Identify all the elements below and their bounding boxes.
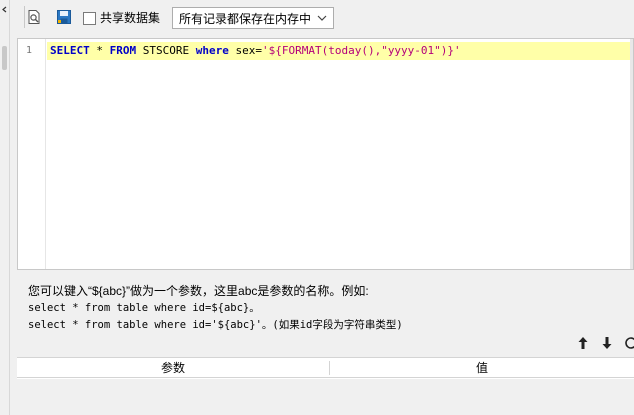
move-param-up-button[interactable] bbox=[576, 336, 590, 350]
record-mode-value: 所有记录都保存在内存中 bbox=[179, 11, 312, 26]
sql-editor[interactable]: 1 SELECT * FROM STSCORE where sex='${FOR… bbox=[17, 38, 634, 270]
record-mode-select[interactable]: 所有记录都保存在内存中 bbox=[172, 7, 334, 29]
sql-dataset-editor: 共享数据集 所有记录都保存在内存中 1 SELECT * FROM STSCOR… bbox=[0, 0, 634, 415]
sql-token-kw: where bbox=[195, 44, 229, 57]
sql-token-id: STSCORE bbox=[136, 44, 196, 57]
save-button[interactable] bbox=[55, 8, 73, 26]
sql-token-kw: SELECT bbox=[50, 44, 90, 57]
chevron-down-icon bbox=[317, 15, 327, 21]
save-icon bbox=[57, 10, 71, 24]
preview-button[interactable] bbox=[25, 8, 43, 26]
share-dataset-checkbox[interactable] bbox=[83, 11, 96, 25]
share-dataset-toggle[interactable]: 共享数据集 bbox=[83, 10, 160, 26]
parameters-table: 参数 值 bbox=[17, 357, 634, 415]
help-line-intro: 您可以键入“${abc}”做为一个参数，这里abc是参数的名称。例如: bbox=[28, 284, 369, 298]
down-arrow-icon bbox=[602, 337, 612, 349]
line-number-gutter: 1 bbox=[18, 39, 46, 269]
help-line-example-2: select * from table where id='${abc}'。(如… bbox=[28, 319, 403, 331]
preview-icon bbox=[28, 10, 40, 24]
parameters-table-header: 参数 值 bbox=[17, 358, 634, 378]
sql-token-id: sex= bbox=[228, 44, 262, 57]
left-scroll-thumb[interactable] bbox=[2, 46, 7, 70]
column-header-param[interactable]: 参数 bbox=[17, 358, 329, 378]
move-param-down-button[interactable] bbox=[600, 336, 614, 350]
editor-scrollbar[interactable] bbox=[630, 39, 633, 269]
help-line-example-1: select * from table where id=${abc}。 bbox=[28, 302, 260, 314]
column-header-value[interactable]: 值 bbox=[330, 358, 634, 378]
toolbar: 共享数据集 所有记录都保存在内存中 bbox=[10, 0, 634, 38]
chevron-left-icon[interactable] bbox=[1, 6, 8, 13]
refresh-params-button[interactable] bbox=[624, 336, 634, 350]
refresh-icon bbox=[625, 337, 634, 349]
share-dataset-label: 共享数据集 bbox=[100, 11, 161, 25]
sql-token-kw: FROM bbox=[109, 44, 137, 57]
parameter-help: 您可以键入“${abc}”做为一个参数，这里abc是参数的名称。例如: sele… bbox=[28, 283, 618, 333]
line-number: 1 bbox=[26, 45, 33, 56]
up-arrow-icon bbox=[578, 337, 588, 349]
parameters-table-body[interactable] bbox=[17, 379, 634, 415]
left-panel-edge bbox=[0, 0, 10, 415]
sql-token-str: '${FORMAT(today(),"yyyy-01")}' bbox=[261, 44, 461, 57]
sql-code-line[interactable]: SELECT * FROM STSCORE where sex='${FORMA… bbox=[50, 43, 461, 59]
sql-token-id: * bbox=[89, 44, 110, 57]
